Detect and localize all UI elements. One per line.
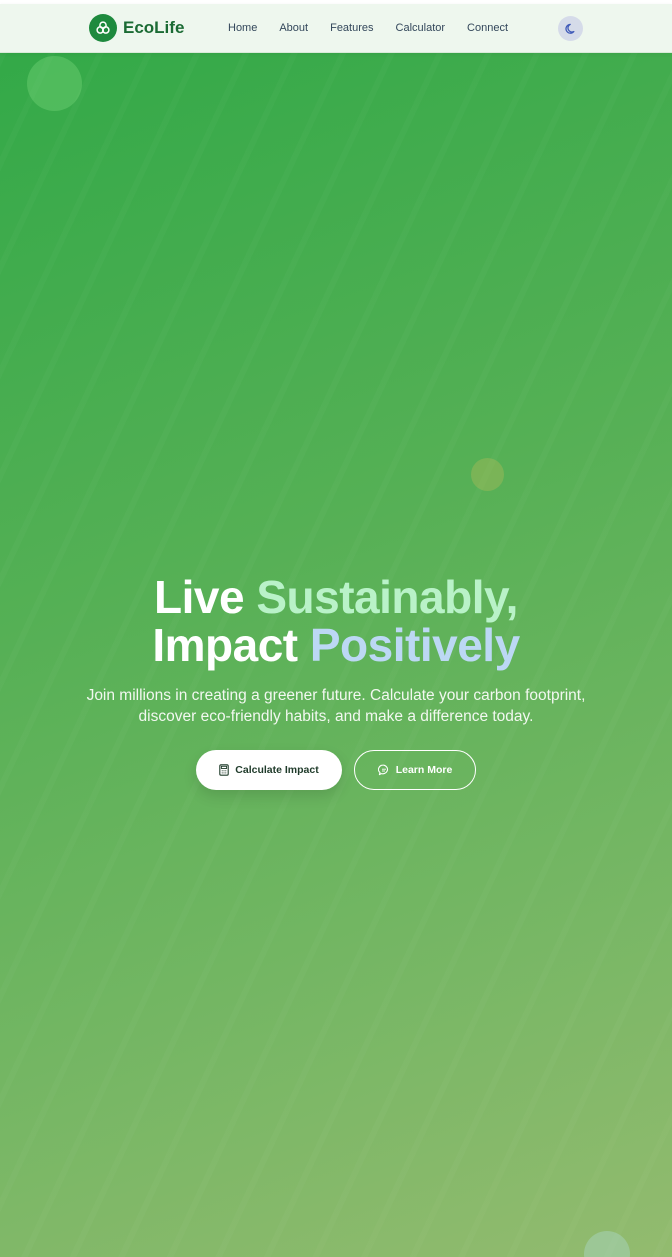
brand[interactable]: EcoLife xyxy=(89,14,184,42)
hero-title-accent2: Positively xyxy=(309,619,520,671)
moon-icon xyxy=(564,23,577,35)
recycle-icon xyxy=(89,14,117,42)
hero-subtitle: Join millions in creating a greener futu… xyxy=(86,687,586,725)
hero-title-part2: Impact xyxy=(152,619,298,671)
calculator-icon xyxy=(219,764,230,776)
nav-link-about[interactable]: About xyxy=(279,22,308,34)
hero-title-accent1: Sustainably, xyxy=(256,571,518,623)
nav-link-calculator[interactable]: Calculator xyxy=(396,22,446,34)
learn-more-button[interactable]: Learn More xyxy=(354,750,476,790)
hero-title-part1: Live xyxy=(154,571,245,623)
hero-content: Live Sustainably, Impact Positively Join… xyxy=(0,573,672,790)
navbar: EcoLife Home About Features Calculator C… xyxy=(0,4,672,53)
theme-toggle-button[interactable] xyxy=(558,16,583,41)
hero-section: Live Sustainably, Impact Positively Join… xyxy=(0,53,672,1257)
hero-cta-row: Calculate Impact Learn More xyxy=(0,750,672,790)
decorative-bubble xyxy=(27,56,82,111)
nav-link-home[interactable]: Home xyxy=(228,22,257,34)
calculate-impact-button[interactable]: Calculate Impact xyxy=(196,750,342,790)
decorative-bubble xyxy=(471,458,504,491)
nav-link-connect[interactable]: Connect xyxy=(467,22,508,34)
calculate-impact-label: Calculate Impact xyxy=(235,764,319,776)
brand-name: EcoLife xyxy=(123,18,185,37)
learn-more-label: Learn More xyxy=(395,764,453,776)
chat-icon xyxy=(377,764,390,776)
nav-link-features[interactable]: Features xyxy=(330,22,373,34)
nav-links: Home About Features Calculator Connect xyxy=(228,4,530,52)
hero-title: Live Sustainably, Impact Positively xyxy=(0,573,672,669)
